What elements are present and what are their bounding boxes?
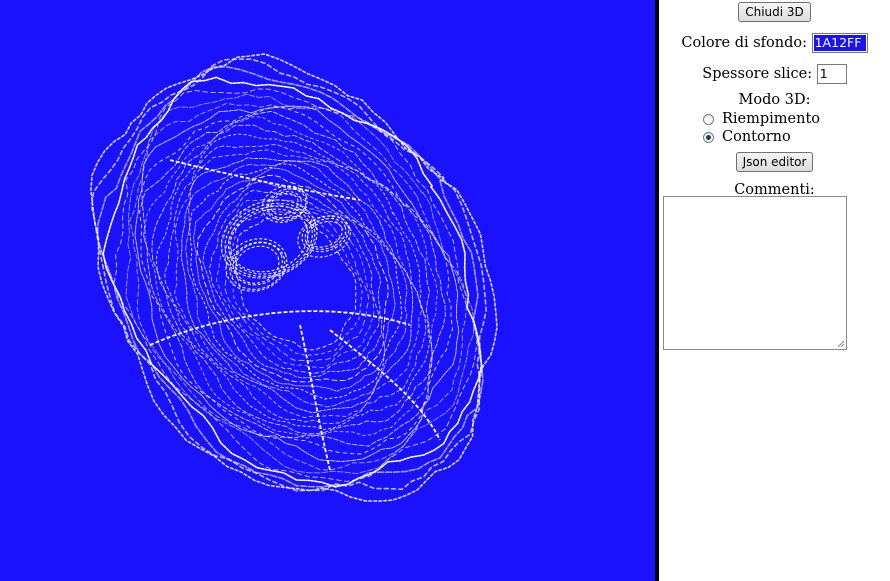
slice-thickness-input[interactable]: 1 [816, 64, 847, 84]
comments-textarea[interactable] [663, 196, 847, 350]
mode-option-outline[interactable]: Contorno [703, 128, 791, 146]
3d-mode-label: Modo 3D: [738, 92, 811, 108]
mode-option-fill-label: Riempimento [722, 111, 821, 127]
radio-outline[interactable] [703, 131, 714, 143]
mode-option-outline-label: Contorno [722, 129, 791, 145]
control-panel: Chiudi 3D Colore di sfondo: 1A12FF Spess… [659, 0, 890, 581]
viewport-background [0, 0, 655, 581]
3d-viewport[interactable] [0, 0, 655, 581]
slice-thickness-label: Spessore slice: [702, 66, 813, 82]
radio-fill[interactable] [703, 113, 714, 125]
resize-grip-icon[interactable] [837, 340, 845, 348]
background-color-label: Colore di sfondo: [681, 35, 807, 51]
background-color-input[interactable]: 1A12FF [811, 33, 868, 53]
json-editor-button[interactable]: Json editor [735, 152, 814, 172]
mode-option-fill[interactable]: Riempimento [703, 110, 820, 128]
slice-thickness-row: Spessore slice: 1 [659, 64, 890, 84]
background-color-row: Colore di sfondo: 1A12FF [659, 33, 890, 53]
close-3d-button[interactable]: Chiudi 3D [738, 2, 811, 22]
3d-render-outline[interactable] [0, 0, 655, 581]
